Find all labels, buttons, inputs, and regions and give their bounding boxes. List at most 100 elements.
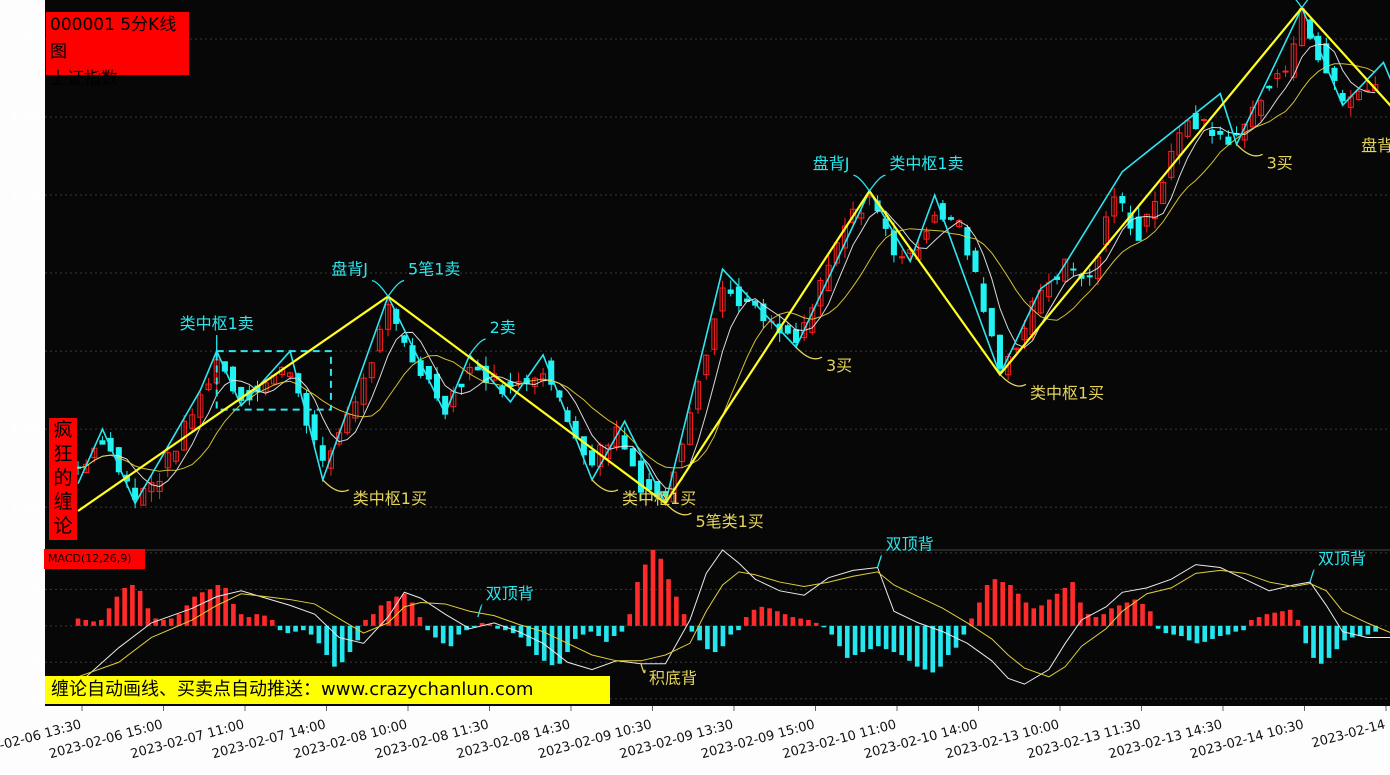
macd-histogram-bar [565, 625, 570, 653]
macd-histogram-bar [580, 625, 586, 635]
macd-histogram-bar [907, 625, 912, 661]
macd-histogram-bar [1194, 625, 1200, 644]
chart-canvas: 3230 3240 3250 3260 3270 3280 3290 -5.0 -2.5 0.0 2… [0, 0, 1390, 775]
macd-histogram-bar [207, 589, 213, 626]
candle-body [1086, 275, 1093, 278]
candle-body [972, 250, 979, 272]
macd-histogram-bar [106, 608, 112, 626]
macd-histogram-bar [1350, 625, 1355, 638]
macd-indicator-tag: MACD(12,26,9) [44, 549, 145, 569]
macd-histogram-bar [238, 614, 244, 626]
macd-histogram-bar [775, 611, 780, 626]
macd-histogram-bar [868, 625, 873, 650]
candle-body [784, 325, 791, 334]
macd-histogram-bar [1365, 625, 1371, 635]
macd-histogram-bar [588, 625, 594, 632]
macd-histogram-bar [1015, 593, 1021, 626]
candle-body [474, 366, 481, 371]
candle-body [727, 289, 734, 294]
macd-histogram-bar [98, 619, 104, 626]
price-tick-label: 3230 [9, 500, 40, 514]
macd-histogram-bar [712, 625, 718, 653]
price-tick-label: 3280 [9, 110, 40, 124]
macd-histogram-bar [930, 625, 936, 673]
candle-body [1070, 268, 1077, 271]
macd-histogram-bar [1070, 582, 1075, 626]
macd-histogram-bar [1233, 625, 1239, 632]
macd-histogram-bar [114, 596, 120, 626]
macd-histogram-bar [1225, 625, 1231, 635]
signal-annotation: 5笔类1买 [695, 512, 763, 531]
macd-histogram-bar [277, 625, 283, 631]
macd-histogram-bar [1148, 611, 1153, 626]
macd-histogram-bar [635, 582, 640, 626]
candle-body [1217, 130, 1224, 135]
macd-histogram-bar [642, 564, 648, 626]
price-tick-label: 3240 [9, 422, 40, 436]
side-banner-char: 缠 [53, 491, 73, 513]
signal-annotation: 类中枢1买 [1030, 383, 1104, 402]
macd-histogram-bar [1280, 611, 1285, 626]
candle-body [1209, 129, 1216, 136]
macd-histogram-bar [743, 617, 749, 626]
macd-histogram-bar [938, 625, 943, 667]
candle-body [947, 217, 955, 220]
chart-title-box: 000001 5分K线图 上证指数 [46, 12, 189, 89]
macd-histogram-bar [293, 625, 298, 632]
macd-histogram-bar [813, 622, 819, 626]
macd-histogram-bar [1023, 602, 1029, 626]
macd-histogram-bar [829, 625, 835, 635]
candle-body [401, 335, 408, 343]
macd-histogram-bar [1171, 625, 1176, 635]
macd-histogram-bar [961, 625, 967, 635]
promo-banner: 缠论自动画线、买卖点自动推送：www.crazychanlun.com [45, 676, 610, 704]
macd-histogram-bar [705, 625, 710, 650]
index-name-label: 上证指数 [50, 69, 118, 89]
signal-annotation: 积底背 [649, 669, 697, 688]
macd-histogram-bar [417, 617, 423, 626]
macd-histogram-bar [308, 625, 314, 635]
side-banner-char: 的 [53, 467, 73, 489]
candle-body [99, 440, 106, 445]
macd-histogram-bar [736, 625, 741, 631]
signal-annotation: 双顶背 [486, 584, 534, 603]
macd-histogram-bar [1124, 602, 1130, 626]
macd-histogram-bar [1311, 625, 1316, 658]
signal-annotation: 盘背J [813, 154, 850, 173]
macd-histogram-bar [75, 618, 81, 626]
signal-annotation: 双顶背 [886, 534, 934, 553]
macd-histogram-bar [456, 625, 462, 635]
macd-tick-label: -5.0 [17, 692, 40, 706]
macd-histogram-bar [876, 625, 881, 647]
signal-annotation: 类中枢1卖 [180, 314, 254, 333]
macd-histogram-bar [984, 584, 990, 626]
macd-histogram-bar [200, 592, 205, 626]
macd-histogram-bar [844, 625, 850, 658]
macd-histogram-bar [806, 619, 811, 626]
price-tick-label: 3270 [9, 188, 40, 202]
macd-histogram-bar [301, 625, 306, 631]
macd-histogram-bar [1062, 587, 1068, 626]
macd-histogram-bar [370, 614, 376, 626]
macd-histogram-bar [1210, 625, 1215, 639]
candle-body [1331, 67, 1338, 81]
macd-histogram-bar [1287, 609, 1293, 626]
signal-annotation: 双顶背 [1318, 549, 1366, 568]
macd-histogram-bar [790, 617, 796, 626]
macd-histogram-bar [860, 625, 866, 653]
macd-histogram-bar [1039, 605, 1044, 626]
macd-histogram-bar [1140, 603, 1145, 626]
macd-histogram-bar [650, 550, 656, 626]
macd-histogram-bar [285, 625, 291, 634]
macd-histogram-bar [1000, 582, 1005, 626]
signal-annotation: 5笔1卖 [408, 259, 460, 278]
candle-body [319, 445, 326, 461]
chart-code-label: 000001 5分K线图 [50, 15, 177, 62]
candle-body [580, 436, 587, 456]
candle-body [1192, 112, 1199, 130]
price-tick-label: 3260 [9, 266, 40, 280]
candle-body [311, 414, 318, 441]
macd-histogram-bar [1318, 625, 1324, 664]
macd-tick-label: 5.0 [21, 546, 40, 560]
candle-body [621, 435, 628, 450]
